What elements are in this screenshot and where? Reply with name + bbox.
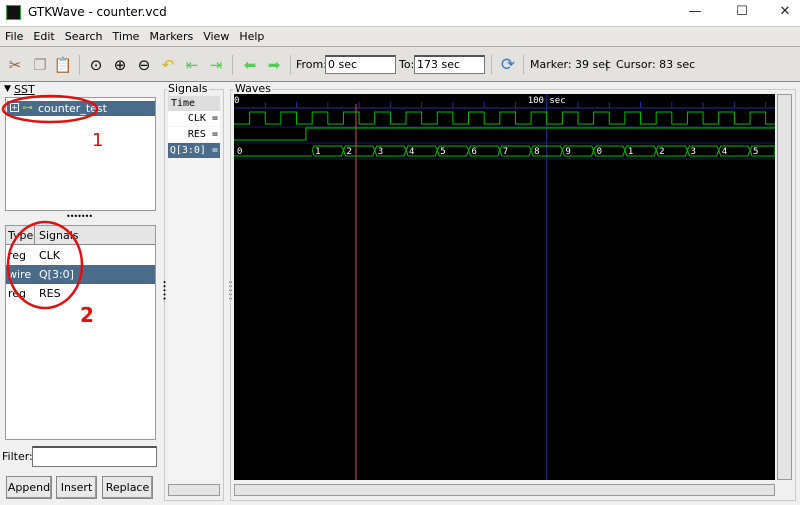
- pane-splitter[interactable]: •••••: [160, 280, 168, 301]
- list-item[interactable]: wire Q[3:0]: [6, 265, 155, 284]
- undo-zoom-icon[interactable]: ↶: [158, 55, 178, 75]
- signal-name: RES: [39, 287, 61, 300]
- next-edge-icon[interactable]: ➡: [264, 55, 284, 75]
- marker-readout: Marker: 39 sec: [530, 58, 612, 71]
- waves-hscrollbar[interactable]: [234, 484, 775, 496]
- column-header-type[interactable]: Type: [6, 226, 35, 245]
- go-start-icon[interactable]: ⇤: [182, 55, 202, 75]
- signal-row-res[interactable]: RES =: [168, 127, 220, 142]
- q-value-label: 8: [534, 147, 539, 157]
- signal-type: wire: [8, 268, 32, 281]
- signal-name: CLK: [39, 249, 61, 262]
- q-value-label: 6: [472, 147, 477, 157]
- from-label: From:: [296, 58, 327, 71]
- q-value-label: 7: [503, 147, 508, 157]
- to-input[interactable]: 173 sec: [414, 55, 485, 74]
- signals-hscrollbar[interactable]: [168, 484, 220, 496]
- tree-item-label: counter_test: [38, 102, 107, 115]
- q-value-label: 4: [722, 147, 727, 157]
- wave-canvas[interactable]: 0 100 sec 0 1 2 3 4 5 6 7 8 9 0 1 2 3 4 5: [234, 94, 776, 480]
- pane-splitter[interactable]: •••••••: [66, 212, 93, 221]
- paste-icon[interactable]: 📋: [53, 55, 73, 75]
- window-title: GTKWave - counter.vcd: [28, 5, 167, 19]
- q-value-label: 5: [440, 147, 445, 157]
- zoom-out-icon[interactable]: ⊖: [134, 55, 154, 75]
- q-value-label: 9: [565, 147, 570, 157]
- menu-search[interactable]: Search: [60, 27, 108, 43]
- readout-divider: |: [605, 58, 609, 71]
- from-input[interactable]: 0 sec: [325, 55, 396, 74]
- column-header-signals[interactable]: Signals: [35, 226, 155, 245]
- toolbar-separator: [232, 55, 233, 75]
- menu-edit[interactable]: Edit: [28, 27, 59, 43]
- signals-column: Time CLK = RES = Q[3:0] =: [168, 96, 220, 480]
- toolbar-separator: [79, 55, 80, 75]
- q-value-label: 1: [628, 147, 633, 157]
- zoom-in-icon[interactable]: ⊕: [110, 55, 130, 75]
- sst-tree: + ⊶ counter_test: [5, 97, 156, 211]
- cut-icon[interactable]: ✂: [5, 55, 25, 75]
- signal-name: Q[3:0]: [39, 268, 74, 281]
- replace-button[interactable]: Replace: [102, 476, 153, 499]
- append-button[interactable]: Append: [6, 476, 52, 499]
- hierarchy-icon: ⊶: [22, 101, 33, 114]
- signal-type-list: Type Signals reg CLK wire Q[3:0] reg RES: [5, 225, 156, 440]
- title-bar: GTKWave - counter.vcd — ☐ ✕: [0, 0, 800, 26]
- toolbar-separator: [523, 55, 524, 75]
- signal-row-clk[interactable]: CLK =: [168, 111, 220, 126]
- time-label-start: 0: [234, 96, 239, 106]
- menu-time[interactable]: Time: [108, 27, 145, 43]
- q-value-label: 3: [690, 147, 695, 157]
- menu-markers[interactable]: Markers: [144, 27, 198, 43]
- q-value-label: 1: [315, 147, 320, 157]
- list-item[interactable]: reg CLK: [6, 246, 155, 265]
- signal-type: reg: [8, 249, 27, 262]
- maximize-button[interactable]: ☐: [727, 4, 757, 22]
- sst-label: SST: [14, 83, 35, 96]
- q-value-label: 0: [237, 147, 242, 157]
- tree-item-counter-test[interactable]: + ⊶ counter_test: [7, 101, 155, 116]
- q-value-label: 2: [659, 147, 664, 157]
- toolbar-separator: [491, 55, 492, 75]
- q-value-label: 3: [378, 147, 383, 157]
- filter-input[interactable]: [32, 446, 157, 467]
- cursor-readout: Cursor: 83 sec: [616, 58, 696, 71]
- go-end-icon[interactable]: ⇥: [206, 55, 226, 75]
- q-value-label: 2: [346, 147, 351, 157]
- clk-trace: [234, 111, 775, 125]
- menu-help[interactable]: Help: [234, 27, 269, 43]
- collapse-triangle-icon[interactable]: ▼: [4, 84, 11, 94]
- res-trace: [234, 127, 775, 141]
- reload-icon[interactable]: ⟳: [498, 55, 518, 75]
- toolbar-separator: [290, 55, 291, 75]
- menu-view[interactable]: View: [198, 27, 234, 43]
- signals-label: Signals: [167, 82, 209, 95]
- filter-label: Filter:: [2, 450, 33, 463]
- prev-edge-icon[interactable]: ⬅: [240, 55, 260, 75]
- expand-icon[interactable]: +: [10, 103, 19, 112]
- menu-bar: File Edit Search Time Markers View Help: [0, 26, 800, 46]
- waves-vscrollbar[interactable]: [777, 94, 792, 480]
- q-value-label: 5: [753, 147, 758, 157]
- list-item[interactable]: reg RES: [6, 284, 155, 303]
- signal-row-time[interactable]: Time: [168, 96, 220, 111]
- menu-file[interactable]: File: [0, 27, 28, 43]
- q-value-label: 0: [597, 147, 602, 157]
- zoom-fit-icon[interactable]: ⊙: [86, 55, 106, 75]
- q-value-label: 4: [409, 147, 414, 157]
- waveform-svg: 0 100 sec0 1 2 3 4 5 6 7 8 9 0 1 2 3 4 5: [234, 94, 776, 480]
- minimize-button[interactable]: —: [680, 4, 710, 22]
- app-icon: [6, 5, 21, 20]
- copy-icon[interactable]: ❐: [30, 55, 50, 75]
- signal-row-q[interactable]: Q[3:0] =: [168, 143, 220, 158]
- signal-type: reg: [8, 287, 27, 300]
- toolbar: ✂ ❐ 📋 ⊙ ⊕ ⊖ ↶ ⇤ ⇥ ⬅ ➡ From: 0 sec To: 17…: [0, 46, 800, 82]
- insert-button[interactable]: Insert: [56, 476, 97, 499]
- close-button[interactable]: ✕: [770, 4, 800, 22]
- to-label: To:: [399, 58, 415, 71]
